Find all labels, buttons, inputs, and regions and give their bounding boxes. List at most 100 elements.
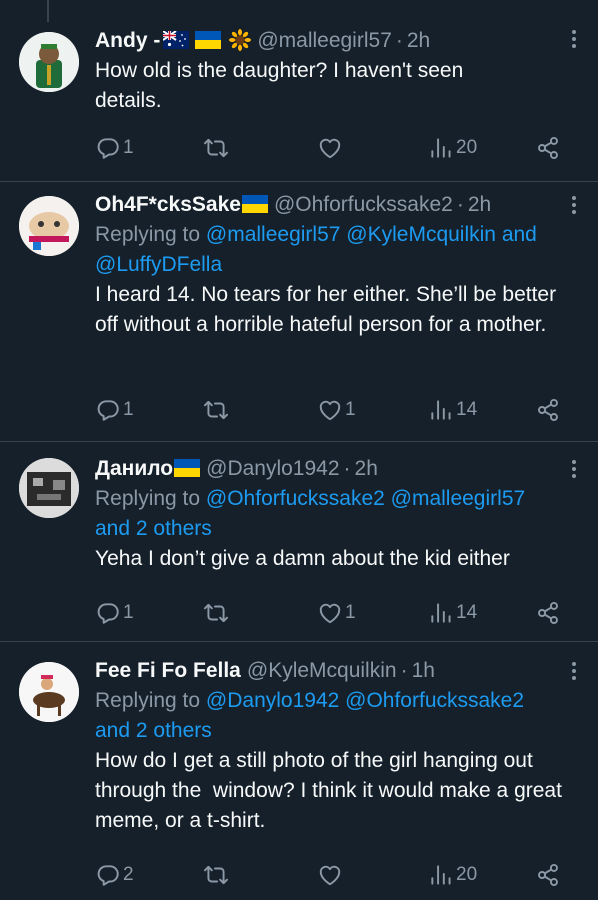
tweet-header: Данило @Danylo1942 · 2h	[95, 454, 584, 484]
separator-dot: ·	[395, 29, 403, 52]
avatar[interactable]	[19, 458, 79, 518]
like-count: 1	[345, 602, 356, 623]
tweet-header: Oh4F*cksSake @Ohforfuckssake2 · 2h	[95, 190, 584, 220]
tweet-danylo[interactable]: Данило @Danylo1942 · 2h Replying to @Ohf…	[0, 442, 598, 642]
ukraine-flag-icon	[174, 459, 200, 477]
share-button[interactable]	[535, 133, 561, 163]
avatar-image	[19, 662, 79, 722]
reply-button[interactable]: 2	[95, 860, 134, 890]
share-icon	[535, 862, 561, 888]
like-button[interactable]	[317, 860, 345, 890]
tweet-oh4fckssake[interactable]: Oh4F*cksSake @Ohforfuckssake2 · 2h Reply…	[0, 182, 598, 442]
handle[interactable]: @Danylo1942	[206, 454, 339, 484]
reply-icon	[95, 862, 121, 888]
more-icon[interactable]	[572, 30, 576, 51]
like-icon	[317, 862, 343, 888]
reply-icon	[95, 397, 121, 423]
avatar-image	[19, 196, 79, 256]
tweet-andy[interactable]: Andy - @malleegirl57 · 2h How old is the…	[0, 0, 598, 182]
replying-to-label: Replying to	[95, 689, 206, 712]
separator-dot: ·	[343, 457, 351, 480]
handle[interactable]: @malleegirl57	[257, 26, 392, 56]
share-icon	[535, 135, 561, 161]
tweet-text: How old is the daughter? I haven't seen …	[95, 59, 464, 112]
share-button[interactable]	[535, 395, 561, 425]
replying-to: Replying to @malleegirl57 @KyleMcquilkin…	[95, 220, 584, 280]
tweet-fee-fi-fo-fella[interactable]: Fee Fi Fo Fella @KyleMcquilkin · 1h Repl…	[0, 642, 598, 900]
reply-mentions-more[interactable]: @LuffyDFella	[95, 253, 222, 276]
retweet-button[interactable]	[203, 860, 231, 890]
retweet-icon	[203, 600, 229, 626]
display-name[interactable]: Fee Fi Fo Fella	[95, 656, 241, 686]
timestamp[interactable]: 2h	[468, 190, 491, 220]
reply-mentions[interactable]: @Ohforfuckssake2 @malleegirl57	[206, 487, 525, 510]
replying-to: Replying to @Danylo1942 @Ohforfuckssake2…	[95, 686, 584, 746]
views-icon	[428, 135, 454, 161]
more-icon[interactable]	[572, 196, 576, 217]
share-icon	[535, 397, 561, 423]
views-button[interactable]: 14	[428, 598, 477, 628]
reply-mentions-more[interactable]: and 2 others	[95, 517, 212, 540]
separator-dot: ·	[456, 193, 464, 216]
more-icon[interactable]	[572, 460, 576, 481]
reply-mentions[interactable]: @malleegirl57 @KyleMcquilkin and	[206, 223, 537, 246]
like-button[interactable]: 1	[317, 395, 356, 425]
ukraine-flag-icon	[195, 31, 221, 49]
retweet-button[interactable]	[203, 133, 231, 163]
australia-flag-icon	[163, 31, 189, 49]
timestamp[interactable]: 2h	[355, 454, 378, 484]
avatar[interactable]	[19, 32, 79, 92]
retweet-icon	[203, 397, 229, 423]
retweet-button[interactable]	[203, 395, 231, 425]
avatar[interactable]	[19, 662, 79, 722]
reply-icon	[95, 135, 121, 161]
separator-dot: ·	[400, 659, 408, 682]
display-name[interactable]: Andy -	[95, 26, 160, 56]
views-button[interactable]: 20	[428, 133, 477, 163]
more-icon[interactable]	[572, 662, 576, 683]
reply-count: 1	[123, 399, 134, 420]
reply-mentions-more[interactable]: and 2 others	[95, 719, 212, 742]
avatar-image	[19, 32, 79, 92]
timestamp[interactable]: 1h	[412, 656, 435, 686]
sunflower-icon	[229, 29, 251, 51]
reply-icon	[95, 600, 121, 626]
action-bar: 1 20	[95, 133, 575, 163]
like-count: 1	[345, 399, 356, 420]
ukraine-flag-icon	[242, 195, 268, 213]
display-name[interactable]: Данило	[95, 454, 173, 484]
handle[interactable]: @Ohforfuckssake2	[274, 190, 453, 220]
retweet-button[interactable]	[203, 598, 231, 628]
like-icon	[317, 397, 343, 423]
share-icon	[535, 600, 561, 626]
replying-to: Replying to @Ohforfuckssake2 @malleegirl…	[95, 484, 584, 544]
reply-count: 1	[123, 602, 134, 623]
views-count: 20	[456, 864, 478, 885]
like-button[interactable]: 1	[317, 598, 356, 628]
tweet-text: How do I get a still photo of the girl h…	[95, 749, 568, 832]
like-button[interactable]	[317, 133, 345, 163]
display-name[interactable]: Oh4F*cksSake	[95, 190, 241, 220]
retweet-icon	[203, 135, 229, 161]
tweet-text: Yeha I don’t give a damn about the kid e…	[95, 547, 510, 570]
views-button[interactable]: 20	[428, 860, 477, 890]
share-button[interactable]	[535, 598, 561, 628]
views-button[interactable]: 14	[428, 395, 477, 425]
retweet-icon	[203, 862, 229, 888]
action-bar: 2 20	[95, 860, 575, 890]
reply-button[interactable]: 1	[95, 133, 134, 163]
handle[interactable]: @KyleMcquilkin	[247, 656, 397, 686]
avatar-image	[19, 458, 79, 518]
views-icon	[428, 600, 454, 626]
reply-mentions[interactable]: @Danylo1942 @Ohforfuckssake2	[206, 689, 524, 712]
action-bar: 1 1 14	[95, 598, 575, 628]
timestamp[interactable]: 2h	[407, 26, 430, 56]
views-count: 14	[456, 399, 478, 420]
share-button[interactable]	[535, 860, 561, 890]
views-count: 20	[456, 137, 478, 158]
reply-count: 2	[123, 864, 134, 885]
avatar[interactable]	[19, 196, 79, 256]
views-icon	[428, 397, 454, 423]
reply-button[interactable]: 1	[95, 395, 134, 425]
reply-button[interactable]: 1	[95, 598, 134, 628]
